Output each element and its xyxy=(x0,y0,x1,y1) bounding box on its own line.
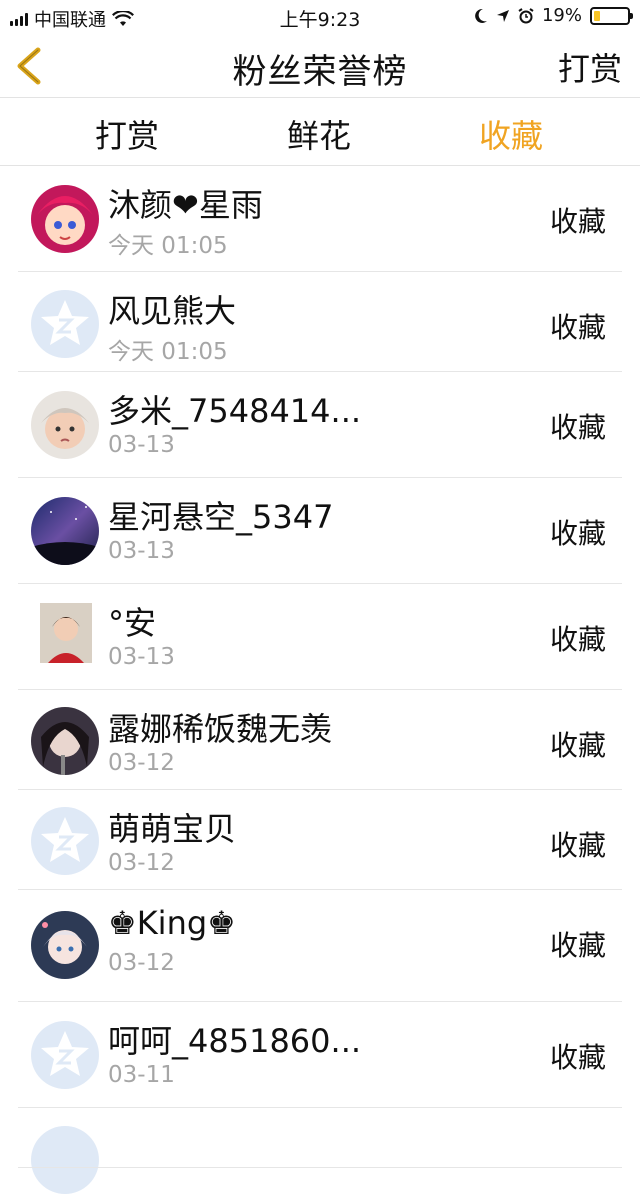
battery-level xyxy=(594,10,601,21)
cartoon-girl-avatar[interactable] xyxy=(31,185,99,253)
default-avatar[interactable] xyxy=(31,1126,99,1194)
baby-photo-avatar[interactable] xyxy=(31,391,99,459)
tab-flowers[interactable]: 鲜花 xyxy=(249,111,389,157)
action-label[interactable]: 收藏 xyxy=(550,724,606,764)
location-icon xyxy=(496,9,509,22)
fan-time: 03-12 xyxy=(108,850,175,876)
fan-list: 沐颜❤星雨 今天 01:05 收藏 风见熊大 今天 01:05 收藏 多米_75… xyxy=(0,166,640,1194)
tab-bar: 打赏 鲜花 收藏 xyxy=(0,98,640,166)
fan-name: 萌萌宝贝 xyxy=(108,810,237,848)
list-item[interactable]: 沐颜❤星雨 今天 01:05 收藏 xyxy=(0,166,640,272)
fan-time: 今天 01:05 xyxy=(108,339,228,365)
action-label[interactable]: 收藏 xyxy=(550,924,606,964)
tab-reward[interactable]: 打赏 xyxy=(57,111,197,157)
fan-name: 沐颜❤星雨 xyxy=(108,186,263,224)
list-item[interactable]: 星河悬空_5347 03-13 收藏 xyxy=(0,478,640,584)
fan-time: 03-13 xyxy=(108,432,175,458)
galaxy-avatar[interactable] xyxy=(31,497,99,565)
battery-percent: 19% xyxy=(541,5,582,26)
fan-time: 03-12 xyxy=(108,950,175,976)
list-item[interactable] xyxy=(0,1108,640,1194)
status-bar: 中国联通 上午9:23 19% xyxy=(0,0,640,34)
page-title: 粉丝荣誉榜 xyxy=(232,52,408,92)
fan-name: 露娜稀饭魏无羡 xyxy=(108,710,333,748)
fan-time: 03-11 xyxy=(108,1062,175,1088)
reward-button[interactable]: 打赏 xyxy=(558,44,622,90)
fan-name: °安 xyxy=(108,604,157,642)
action-label[interactable]: 收藏 xyxy=(550,200,606,240)
anime-avatar[interactable] xyxy=(31,707,99,775)
action-label[interactable]: 收藏 xyxy=(550,406,606,446)
list-item[interactable]: 萌萌宝贝 03-12 收藏 xyxy=(0,790,640,890)
default-avatar[interactable] xyxy=(31,1021,99,1089)
tab-favorites[interactable]: 收藏 xyxy=(441,111,581,157)
list-item[interactable]: 露娜稀饭魏无羡 03-12 收藏 xyxy=(0,690,640,790)
fan-name: 风见熊大 xyxy=(108,292,237,330)
default-avatar[interactable] xyxy=(31,807,99,875)
fan-name: 呵呵_4851860... xyxy=(108,1022,362,1060)
moon-icon xyxy=(475,8,487,23)
fan-name: 多米_7548414... xyxy=(108,392,362,430)
action-label[interactable]: 收藏 xyxy=(550,306,606,346)
list-item[interactable]: 呵呵_4851860... 03-11 收藏 xyxy=(0,1002,640,1108)
anime-girl-avatar[interactable] xyxy=(31,911,99,979)
battery-icon xyxy=(590,6,633,25)
fan-time: 今天 01:05 xyxy=(108,233,228,259)
action-label[interactable]: 收藏 xyxy=(550,618,606,658)
fan-name: ♚King♚ xyxy=(108,904,236,942)
fan-time: 03-12 xyxy=(108,750,175,776)
list-item[interactable]: 多米_7548414... 03-13 收藏 xyxy=(0,372,640,478)
status-bar-right: 19% xyxy=(474,5,633,26)
navigation-bar: 粉丝荣誉榜 打赏 xyxy=(0,34,640,98)
action-label[interactable]: 收藏 xyxy=(550,512,606,552)
fan-name: 星河悬空_5347 xyxy=(108,498,334,536)
girl-photo-avatar[interactable] xyxy=(40,603,92,663)
list-item[interactable]: ♚King♚ 03-12 收藏 xyxy=(0,890,640,1002)
list-item[interactable]: °安 03-13 收藏 xyxy=(0,584,640,690)
action-label[interactable]: 收藏 xyxy=(550,824,606,864)
default-avatar[interactable] xyxy=(31,290,99,358)
alarm-icon xyxy=(518,7,534,23)
list-item[interactable]: 风见熊大 今天 01:05 收藏 xyxy=(0,272,640,372)
action-label[interactable]: 收藏 xyxy=(550,1036,606,1076)
fan-time: 03-13 xyxy=(108,538,175,564)
fan-time: 03-13 xyxy=(108,644,175,670)
